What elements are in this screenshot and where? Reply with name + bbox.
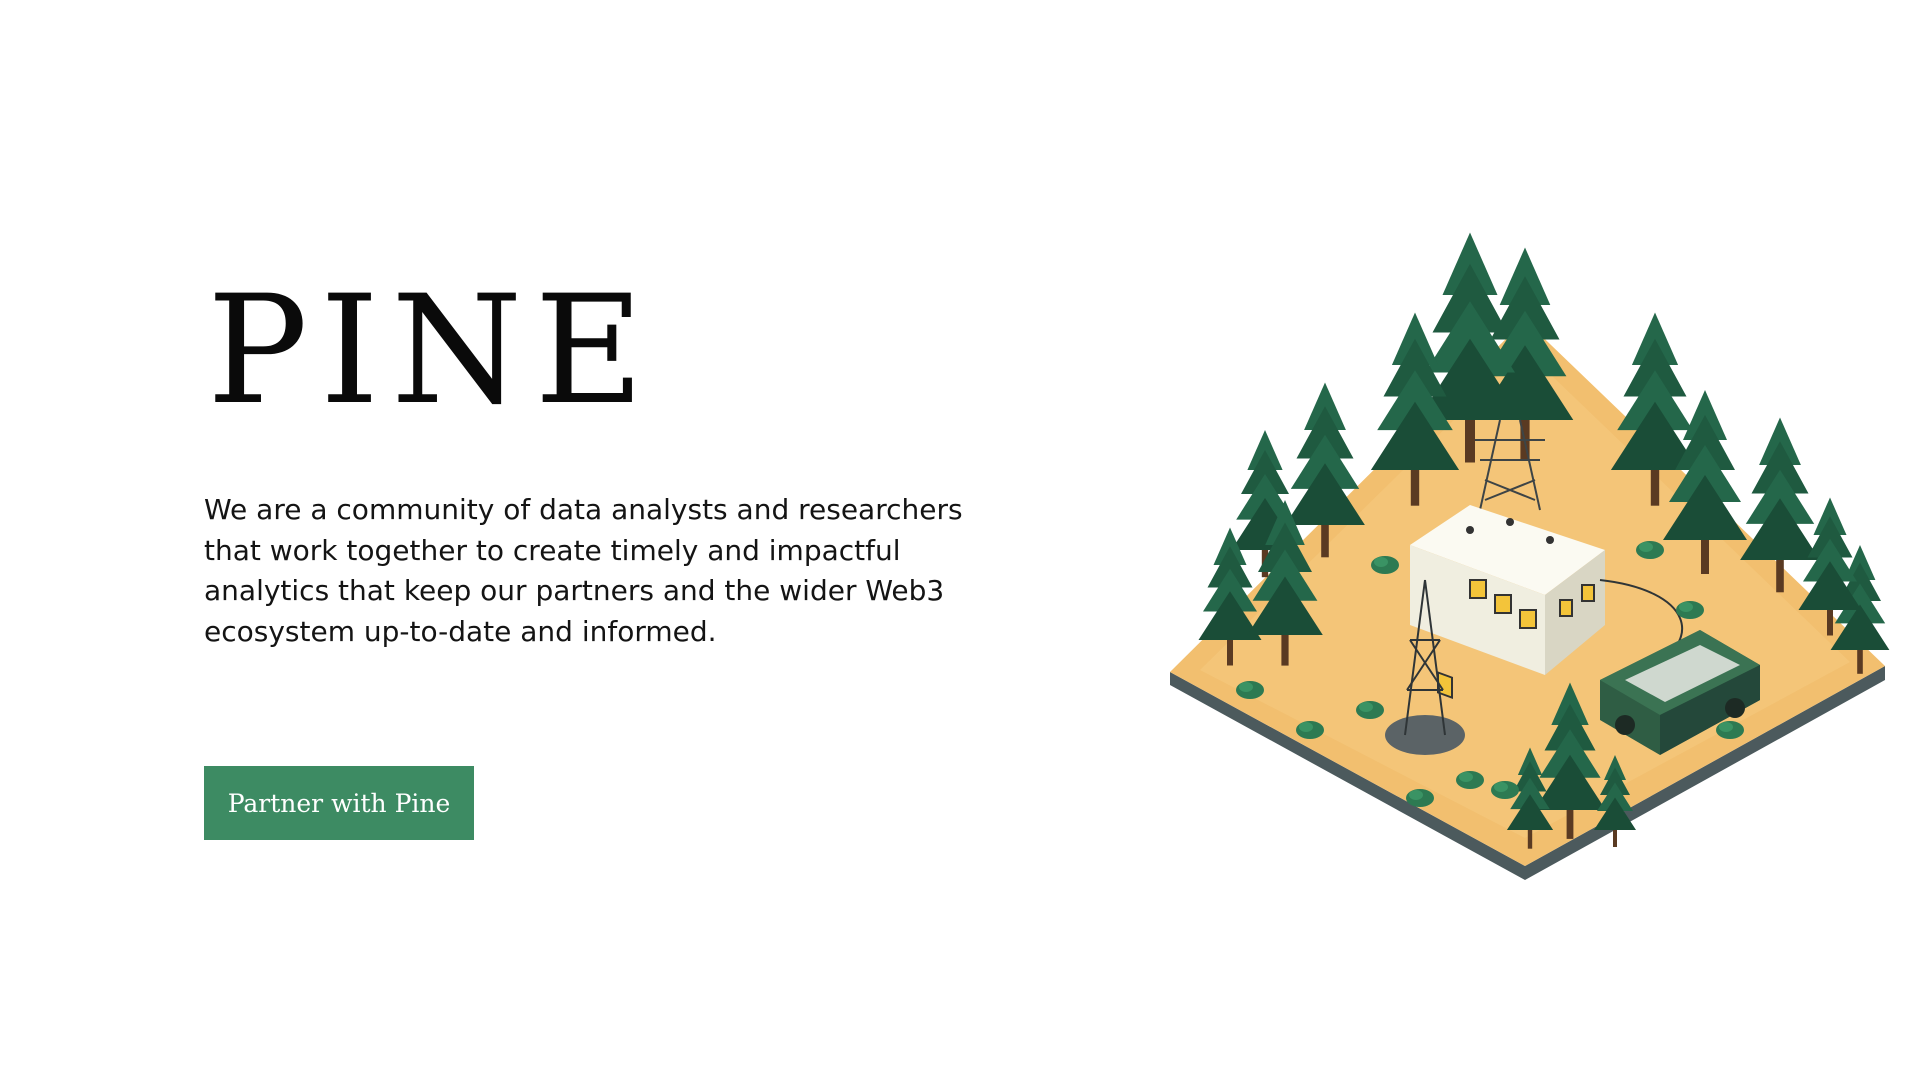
brand-title: PINE	[207, 264, 656, 438]
forest-station-illustration	[1170, 232, 1890, 880]
hero-section: PINE We are a community of data analysts…	[0, 0, 1920, 1080]
hero-description: We are a community of data analysts and …	[204, 493, 963, 648]
partner-button[interactable]: Partner with Pine	[204, 766, 474, 840]
